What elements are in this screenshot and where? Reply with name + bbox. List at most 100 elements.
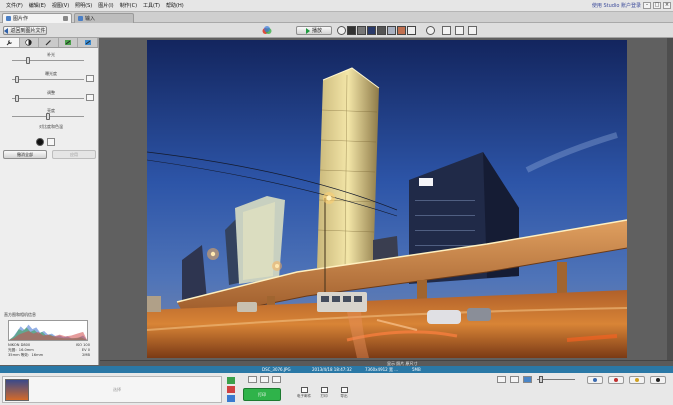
grid-view-icon[interactable] (468, 26, 477, 35)
email-action[interactable]: 电子邮件 (294, 387, 314, 403)
file-date: 2013/4/18 18:47:32 (312, 367, 352, 372)
import-tab-icon (78, 16, 83, 21)
view-mode-thumbnails (347, 26, 416, 35)
file-info-bar: DSC_3076.JPG 2013/4/18 18:47:32 7360x491… (0, 366, 673, 373)
slideshow-play-button[interactable]: 播放 (296, 26, 332, 35)
back-to-library-button[interactable]: 返回到图片文件 (3, 26, 47, 35)
view-thumb-6-icon[interactable] (397, 26, 406, 35)
apply-button[interactable]: 应用 (52, 150, 96, 159)
single-view-icon[interactable] (442, 26, 451, 35)
city-night-photo[interactable] (147, 40, 627, 358)
tag-green-icon[interactable] (227, 377, 235, 384)
tab-edit-label: 图片作 (13, 16, 29, 22)
tool-tab-wrench[interactable] (0, 38, 20, 47)
slider-fill-light-knob[interactable] (25, 57, 30, 64)
tab-close-icon[interactable] (63, 16, 68, 21)
slider-fill-light-label: 补光 (47, 52, 55, 57)
compare-view-icon[interactable] (455, 26, 464, 35)
file-size: 5MB (412, 367, 421, 372)
black-point-icon[interactable] (36, 138, 44, 146)
effects-icon (65, 40, 72, 45)
slider-brightness: 亮度 (8, 108, 94, 120)
zoom-slider-knob[interactable] (539, 376, 543, 383)
focal-info-row: 35mm 等效：16mm 2MB (8, 353, 90, 358)
places-button[interactable] (608, 376, 624, 384)
slider-adjust: 调整 (8, 90, 94, 102)
tab-bar: 图片作 输入 (0, 12, 673, 23)
back-arrow-icon (4, 27, 9, 34)
refresh-icon[interactable] (272, 376, 281, 383)
menu-tools[interactable]: 工具(T) (140, 0, 163, 12)
view-thumb-1-icon[interactable] (347, 26, 356, 35)
color-adjust-icon (84, 40, 91, 45)
fit-view-icon[interactable] (497, 376, 506, 383)
view-thumb-7-icon[interactable] (407, 26, 416, 35)
previous-icon[interactable] (337, 26, 346, 35)
print-action[interactable]: 打印 (314, 387, 334, 403)
histogram-title: 直方图和相机信息 (4, 312, 36, 317)
people-button[interactable] (587, 376, 603, 384)
print-button[interactable]: 打印 (243, 388, 281, 401)
maximize-icon[interactable]: □ (653, 2, 661, 9)
minimize-icon[interactable]: – (643, 2, 651, 9)
tool-tab-brush[interactable] (39, 38, 59, 47)
menu-help[interactable]: 帮助(H) (163, 0, 187, 12)
zoom-icon[interactable] (523, 376, 532, 383)
tab-import[interactable]: 输入 (74, 13, 134, 23)
printer-icon (320, 387, 328, 393)
slider-brightness-knob[interactable] (46, 113, 50, 120)
filmstrip[interactable]: 选择 (2, 376, 222, 403)
play-button-label: 播放 (311, 28, 322, 34)
menu-file[interactable]: 文件(F) (3, 0, 26, 12)
export-action-label: 导出 (340, 394, 348, 398)
viewer-scrollbar[interactable] (667, 38, 673, 360)
export-action[interactable]: 导出 (334, 387, 354, 403)
wrench-icon (6, 40, 12, 46)
rotate-right-icon[interactable] (260, 376, 269, 383)
camera-info-row: NIKON D800 ISO 100 (8, 343, 90, 347)
eyedropper-icon[interactable] (86, 75, 94, 82)
histogram-panel: 直方图和相机信息 NIKON D800 ISO 100 光圈：16.0mm EV… (4, 312, 92, 362)
slider-adjust-knob[interactable] (15, 95, 20, 102)
slider-exposure-knob[interactable] (15, 76, 20, 83)
slider-adjust-label: 调整 (47, 90, 55, 95)
slider-exposure-label: 曝光度 (45, 71, 57, 76)
actual-size-icon[interactable] (510, 376, 519, 383)
photo-illustration (147, 40, 627, 358)
image-viewer[interactable] (100, 38, 673, 360)
filmstrip-thumbnail[interactable] (5, 379, 29, 401)
brush-icon (45, 40, 51, 46)
share-button[interactable] (629, 376, 645, 384)
tab-edit[interactable]: 图片作 (2, 13, 72, 23)
menu-view[interactable]: 视图(V) (49, 0, 72, 12)
tool-tab-effects[interactable] (59, 38, 79, 47)
view-thumb-3-icon[interactable] (367, 26, 376, 35)
menu-create[interactable]: 制作(C) (117, 0, 140, 12)
rotate-left-icon[interactable] (248, 376, 257, 383)
eyedropper-icon[interactable] (47, 138, 55, 146)
flag-red-icon[interactable] (227, 386, 235, 393)
tool-tab-color[interactable] (78, 38, 98, 47)
info-blue-icon[interactable] (227, 395, 235, 402)
menu-edit[interactable]: 编辑(E) (26, 0, 49, 12)
menu-lighting[interactable]: 照明(S) (72, 0, 95, 12)
file-name: DSC_3076.JPG (262, 367, 291, 372)
close-icon[interactable]: × (663, 2, 671, 9)
view-thumb-2-icon[interactable] (357, 26, 366, 35)
camera-model: NIKON D800 (8, 343, 31, 347)
view-thumb-4-icon[interactable] (377, 26, 386, 35)
next-icon[interactable] (426, 26, 435, 35)
slider-track[interactable] (12, 79, 84, 80)
color-wheel-icon[interactable] (262, 26, 272, 35)
view-thumb-5-icon[interactable] (387, 26, 396, 35)
slider-track[interactable] (12, 98, 84, 99)
slider-track[interactable] (12, 60, 84, 61)
info-button[interactable] (650, 376, 666, 384)
menu-image[interactable]: 图片(I) (95, 0, 116, 12)
adjust-tool-tabs (0, 38, 98, 48)
tool-tab-contrast[interactable] (20, 38, 40, 47)
reset-all-button[interactable]: 撤消全部 (3, 150, 47, 159)
eyedropper-icon[interactable] (86, 94, 94, 101)
slider-exposure: 曝光度 (8, 71, 94, 83)
play-icon (305, 27, 310, 34)
